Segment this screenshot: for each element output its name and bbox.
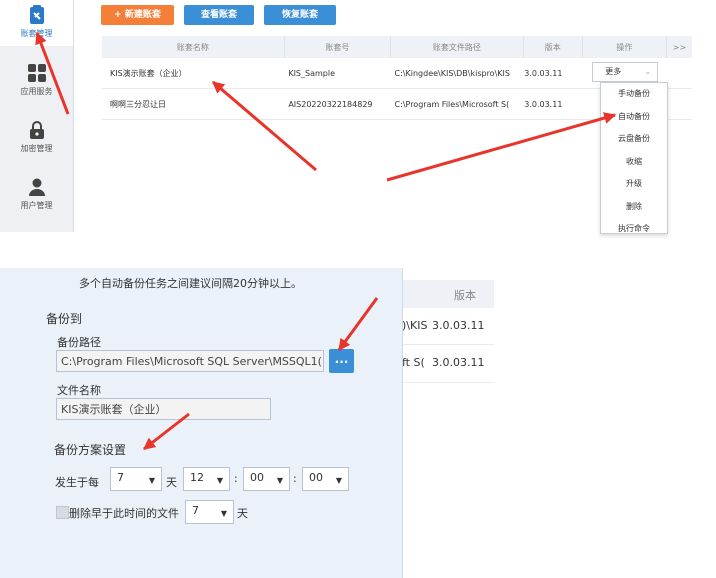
annotation-arrows: [35, 31, 617, 451]
arrow-to-account-row: [212, 80, 317, 172]
arrow-to-plan-settings: [143, 412, 190, 451]
arrow-to-auto-backup: [386, 112, 617, 182]
arrow-to-browse: [337, 297, 379, 351]
arrow-to-accounts: [35, 31, 70, 115]
